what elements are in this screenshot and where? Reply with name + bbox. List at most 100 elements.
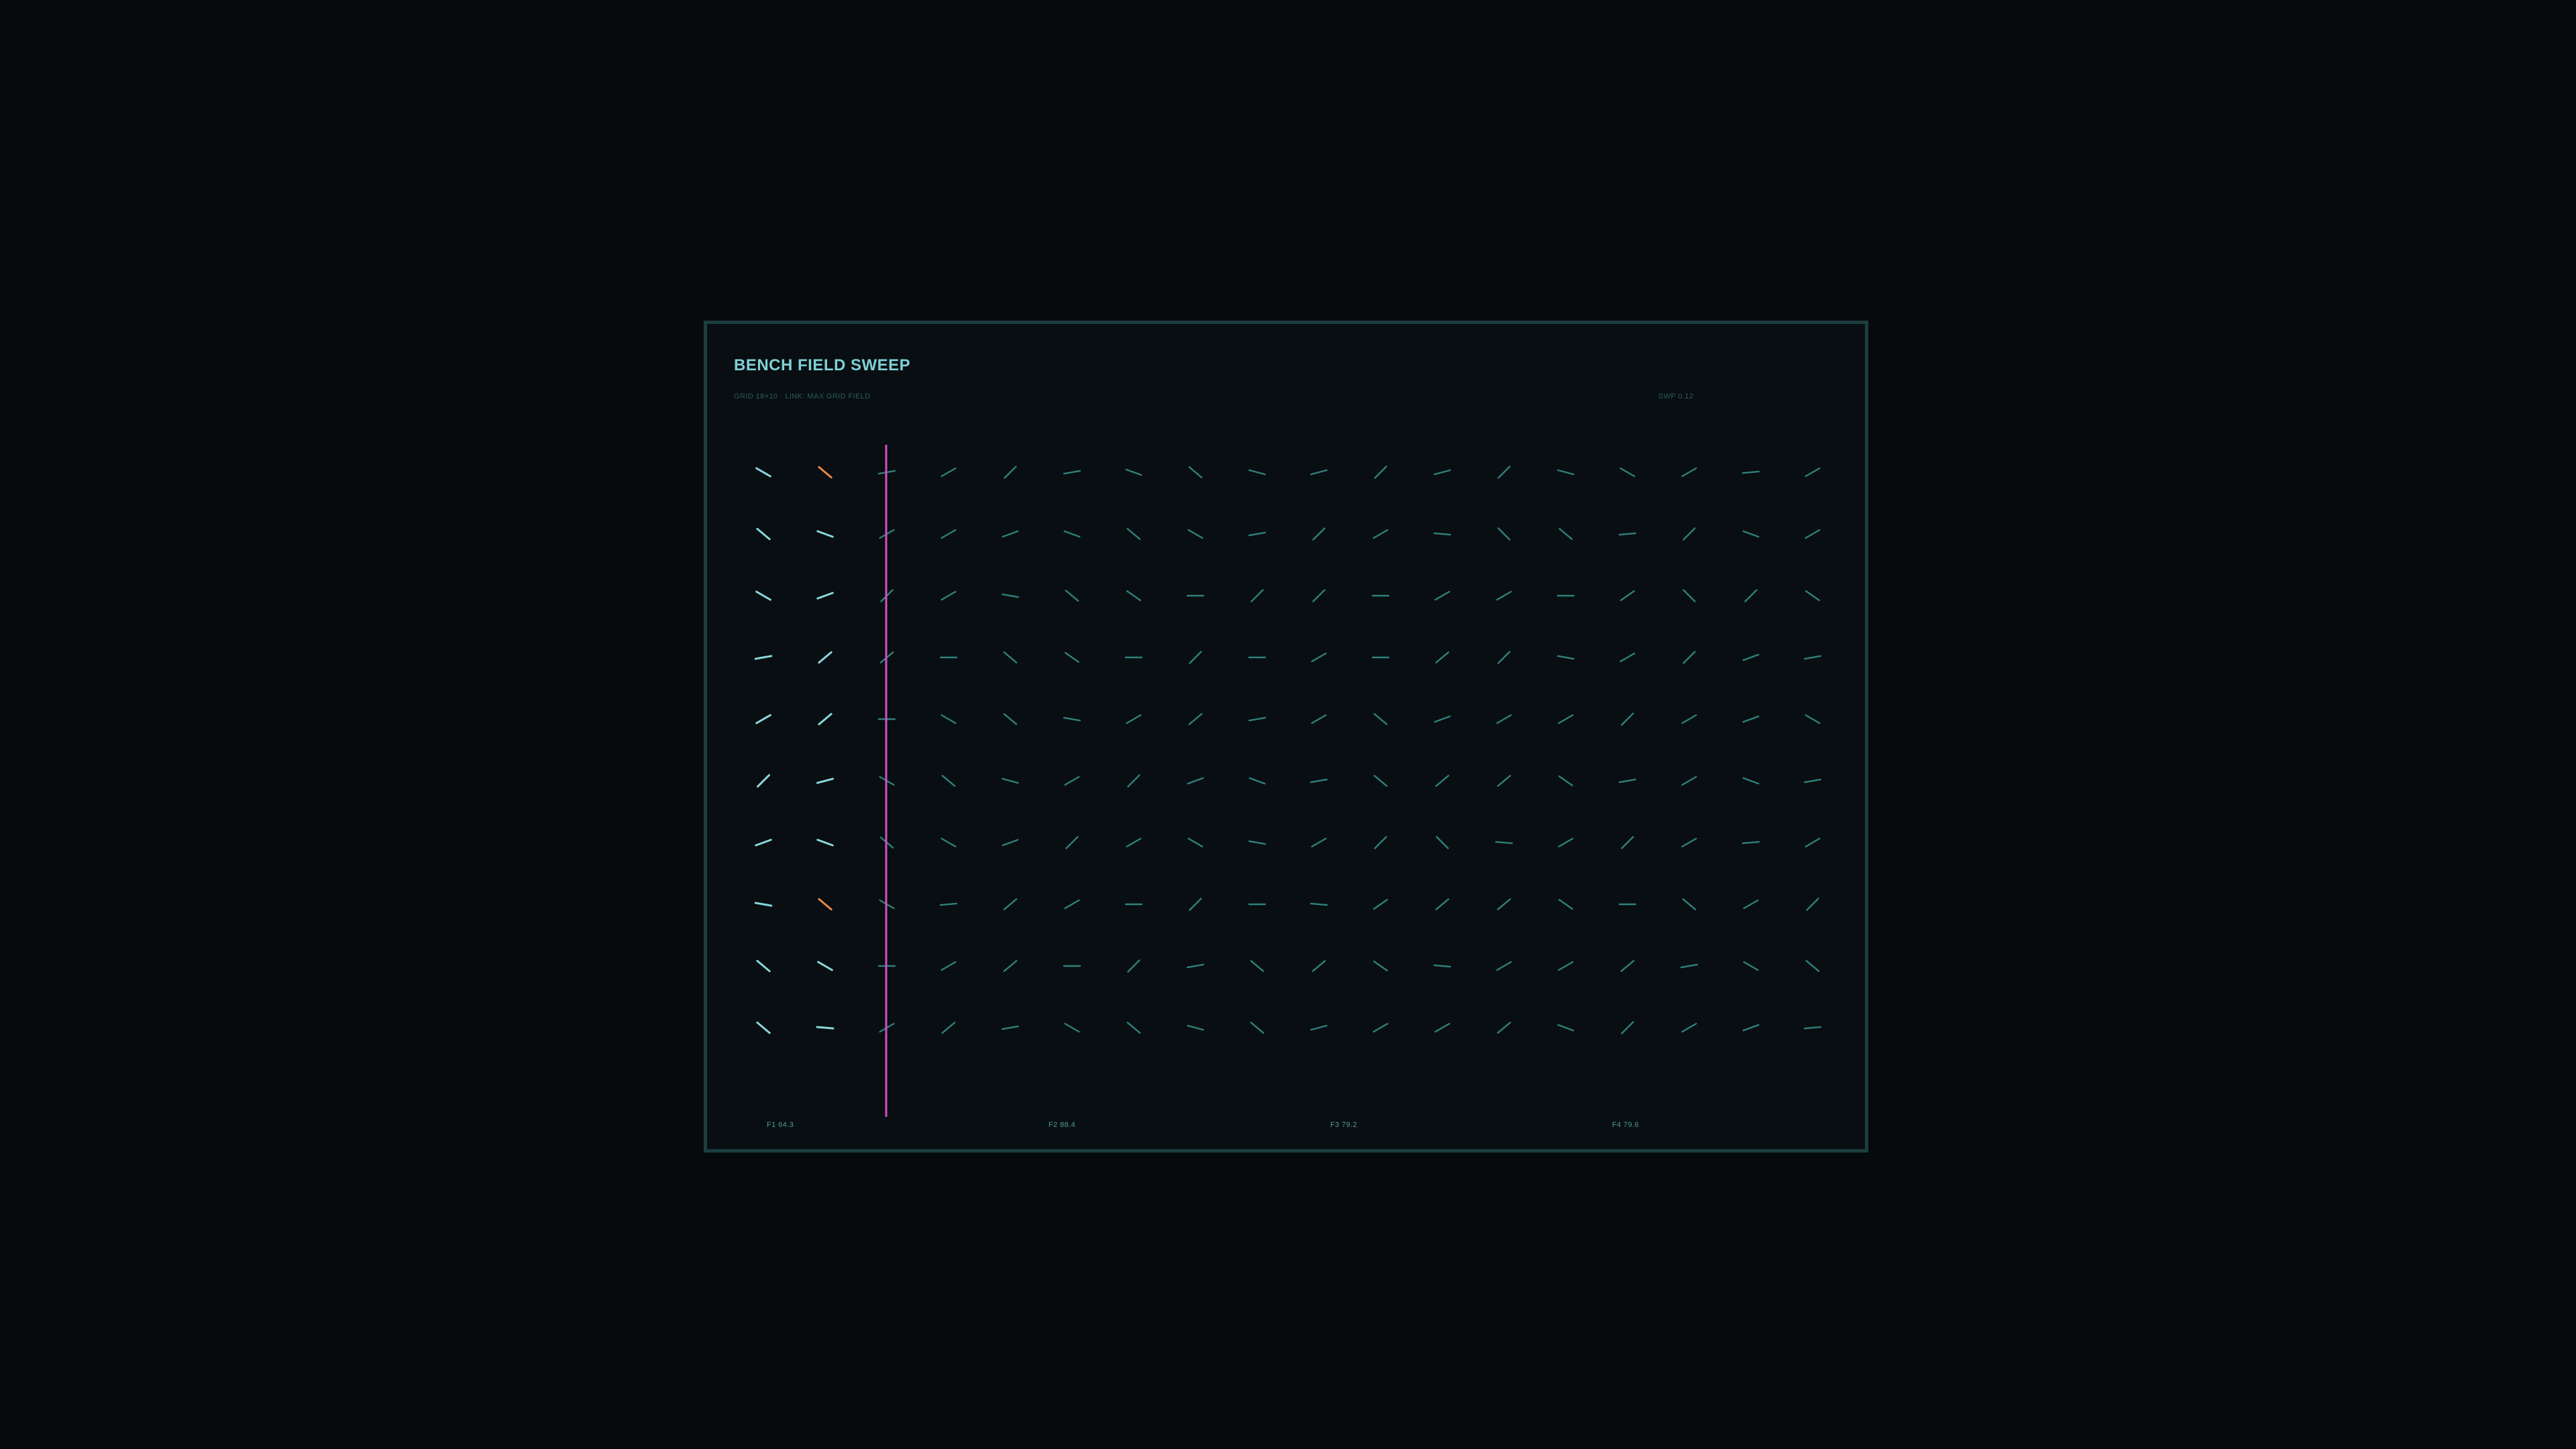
field-vector-r5-c12 (1434, 715, 1451, 723)
field-vector-r10-c4 (941, 1022, 956, 1034)
field-vector-r1-c4 (941, 467, 957, 478)
field-vector-r2-c16 (1682, 527, 1696, 541)
field-vector-r7-c9 (1248, 840, 1267, 845)
field-vector-r9-c8 (1186, 963, 1205, 969)
field-vector-r3-c12 (1434, 590, 1450, 601)
field-vector-r1-c16 (1681, 467, 1697, 478)
footer-label-f4: F4 79.6 (1612, 1121, 1640, 1129)
field-vector-r7-c16 (1681, 837, 1697, 848)
field-vector-r5-c7 (1126, 714, 1142, 724)
field-vector-r8-c4 (939, 902, 958, 906)
field-vector-r1-c1 (755, 467, 771, 478)
field-vector-r5-c13 (1496, 714, 1512, 724)
field-vector-r7-c17 (1741, 841, 1760, 845)
field-vector-r3-c9 (1250, 589, 1264, 602)
field-vector-r4-c16 (1682, 651, 1696, 664)
field-vector-r5-c17 (1742, 715, 1760, 723)
field-vector-r10-c16 (1681, 1022, 1697, 1033)
field-vector-r6-c13 (1497, 775, 1511, 787)
field-vector-r3-c5 (1001, 593, 1020, 598)
field-vector-r3-c13 (1496, 590, 1512, 601)
field-vector-r5-c2 (818, 712, 833, 726)
field-vector-r1-c18 (1805, 467, 1821, 478)
field-vector-r5-c15 (1621, 712, 1634, 726)
field-vector-r2-c5 (1002, 530, 1019, 538)
field-vector-r5-c1 (755, 714, 771, 724)
field-vector-r10-c6 (1064, 1022, 1080, 1033)
field-vector-r6-c2 (816, 777, 835, 784)
field-vector-r7-c7 (1126, 837, 1142, 848)
field-vector-r6-c1 (757, 774, 770, 788)
field-vector-r10-c9 (1250, 1022, 1265, 1034)
field-vector-r2-c12 (1433, 532, 1452, 536)
field-vector-r4-c14 (1556, 655, 1575, 660)
field-vector-r7-c8 (1187, 837, 1203, 848)
field-vector-r7-c4 (941, 837, 957, 848)
field-vector-r7-c6 (1065, 836, 1079, 849)
field-vector-r4-c1 (754, 655, 773, 660)
field-vector-r6-c5 (1002, 777, 1019, 784)
field-vector-r10-c1 (756, 1021, 771, 1034)
vector-field (754, 445, 1822, 1117)
field-vector-r3-c1 (755, 590, 771, 601)
field-vector-r3-c4 (941, 590, 957, 601)
field-vector-r4-c8 (1189, 651, 1202, 664)
field-vector-r1-c12 (1434, 469, 1451, 476)
field-vector-r2-c2 (816, 530, 834, 538)
field-vector-r1-c2 (818, 466, 833, 479)
field-vector-r1-c6 (1063, 470, 1081, 475)
field-vector-r10-c2 (816, 1026, 835, 1030)
field-vector-r4-c13 (1497, 651, 1511, 664)
field-vector-r5-c6 (1063, 716, 1081, 722)
field-vector-r10-c17 (1742, 1024, 1760, 1032)
field-vector-r3-c17 (1744, 589, 1758, 602)
field-vector-r1-c15 (1619, 467, 1635, 478)
field-vector-r7-c2 (816, 839, 834, 847)
field-vector-r10-c15 (1621, 1021, 1634, 1034)
field-vector-r2-c17 (1742, 530, 1760, 538)
field-vector-r6-c4 (941, 775, 956, 787)
field-vector-r8-c14 (1558, 898, 1574, 910)
field-vector-r7-c15 (1621, 836, 1634, 849)
footer-label-f2: F2 88.4 (1049, 1121, 1076, 1129)
field-vector-r1-c14 (1557, 469, 1574, 476)
field-vector-r1-c5 (1004, 466, 1017, 479)
field-vector-r10-c12 (1434, 1022, 1450, 1033)
field-vector-r8-c13 (1497, 898, 1511, 910)
field-vector-r10-c13 (1497, 1022, 1511, 1034)
field-vector-r4-c5 (1003, 651, 1018, 663)
field-vector-r2-c7 (1126, 528, 1141, 540)
field-vector-r5-c11 (1373, 713, 1388, 725)
field-vector-r10-c7 (1126, 1022, 1141, 1034)
field-vector-r5-c14 (1558, 714, 1574, 724)
field-vector-r6-c16 (1681, 775, 1697, 786)
field-vector-r6-c7 (1127, 774, 1140, 788)
field-vector-r8-c8 (1189, 898, 1202, 911)
field-vector-r3-c10 (1312, 589, 1326, 602)
field-vector-r7-c13 (1495, 841, 1513, 845)
field-vector-r6-c9 (1248, 777, 1266, 785)
field-vector-r1-c9 (1248, 469, 1266, 476)
field-vector-r1-c7 (1125, 468, 1142, 476)
field-vector-r1-c10 (1310, 469, 1328, 476)
field-vector-r8-c12 (1435, 898, 1450, 910)
field-vector-r6-c11 (1373, 775, 1388, 787)
field-vector-r3-c7 (1126, 590, 1142, 602)
field-vector-r8-c17 (1743, 899, 1759, 910)
field-vector-r9-c10 (1311, 960, 1326, 972)
field-vector-r2-c9 (1248, 531, 1267, 537)
field-vector-r10-c5 (1001, 1025, 1020, 1030)
field-vector-r5-c16 (1681, 714, 1697, 724)
field-vector-r7-c5 (1002, 839, 1019, 847)
field-vector-r2-c4 (941, 529, 957, 539)
field-vector-r1-c17 (1741, 470, 1760, 474)
field-vector-r9-c1 (756, 959, 771, 973)
field-vector-r9-c17 (1743, 961, 1759, 971)
field-vector-r4-c6 (1064, 651, 1080, 663)
field-vector-r2-c1 (756, 527, 771, 541)
field-vector-r8-c10 (1309, 902, 1328, 906)
field-vector-r9-c11 (1373, 960, 1389, 972)
field-vector-r2-c11 (1373, 529, 1389, 539)
field-vector-r9-c7 (1127, 959, 1140, 973)
field-vector-r8-c5 (1003, 898, 1018, 910)
